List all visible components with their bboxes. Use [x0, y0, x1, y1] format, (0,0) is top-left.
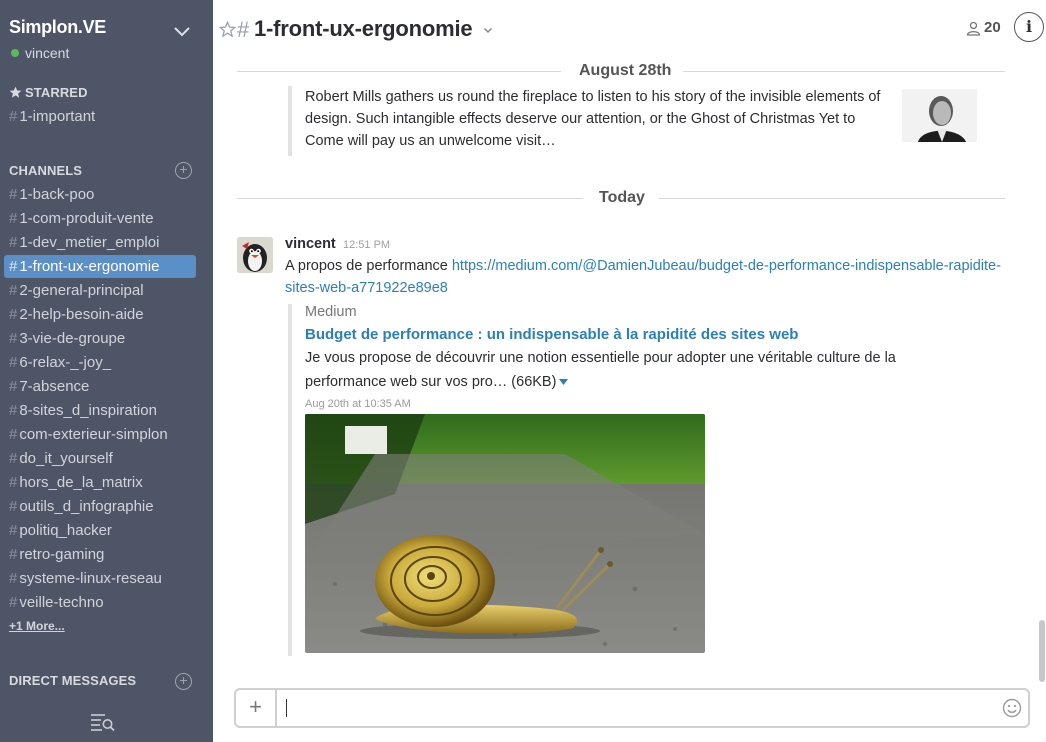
sidebar-item-retro-gaming[interactable]: # retro-gaming [4, 543, 196, 566]
sidebar-item-2-help-besoin-aide[interactable]: #2-help-besoin-aide [4, 303, 196, 326]
sidebar-item-2-general-principal[interactable]: #2-general-principal [4, 279, 196, 302]
sidebar-item-veille-techno[interactable]: # veille-techno [4, 591, 196, 614]
starred-section-title[interactable]: STARRED [9, 85, 88, 100]
presence-dot-icon [11, 49, 19, 57]
sidebar: Simplon.VE vincent STARRED #1-important … [0, 0, 213, 742]
channel-header: # 1-front-ux-ergonomie 20 i [213, 0, 1046, 58]
attachment-text: Robert Mills gathers us round the firepl… [305, 89, 881, 149]
day-divider-label: Today [585, 189, 659, 207]
sidebar-item-1-front-ux-ergonomie[interactable]: #1-front-ux-ergonomie [4, 255, 196, 278]
sidebar-item-1-com-produit-vente[interactable]: #1-com-produit-vente [4, 207, 196, 230]
info-icon: i [1025, 17, 1033, 36]
channel-title[interactable]: 1-front-ux-ergonomie [254, 16, 473, 42]
message-author[interactable]: vincent [285, 236, 336, 252]
attachment-quote: Robert Mills gathers us round the firepl… [288, 86, 988, 156]
sidebar-item-outils-d-infographie[interactable]: # outils_d_infographie [4, 495, 196, 518]
snail-photo-icon [305, 414, 705, 653]
attachment-image[interactable] [305, 414, 705, 653]
message-input[interactable] [284, 695, 994, 721]
team-menu-button[interactable]: Simplon.VE vincent [0, 0, 213, 70]
current-user: vincent [11, 45, 69, 61]
sidebar-item-8-sites-d-inspiration[interactable]: #8-sites_d_inspiration [4, 399, 196, 422]
person-photo-icon [902, 89, 977, 142]
add-direct-message-button[interactable]: + [175, 673, 192, 690]
text-cursor [286, 699, 287, 717]
day-divider-label: August 28th [565, 62, 686, 80]
channel-hash-icon: # [237, 17, 250, 42]
quick-switcher-icon[interactable] [90, 712, 116, 732]
current-user-name: vincent [25, 45, 70, 61]
message-composer: + [234, 688, 1030, 728]
star-icon [9, 86, 22, 98]
main-panel: # 1-front-ux-ergonomie 20 i August 28th … [213, 0, 1046, 742]
channel-info-button[interactable]: i [1014, 12, 1044, 42]
message-text: A propos de performance [285, 258, 452, 274]
sidebar-item-systeme-linux-reseau[interactable]: # systeme-linux-reseau [4, 567, 196, 590]
sidebar-item-hors-de-la-matrix[interactable]: # hors_de_la_matrix [4, 471, 196, 494]
chevron-down-icon[interactable] [483, 27, 493, 34]
more-channels-link[interactable]: +1 More... [9, 619, 65, 633]
message-scrollbar[interactable] [1039, 620, 1045, 682]
chevron-down-icon [174, 27, 190, 37]
star-outline-icon[interactable] [219, 21, 236, 38]
sidebar-item-1-dev-metier-emploi[interactable]: #1-dev_metier_emploi [4, 231, 196, 254]
attachment-thumbnail[interactable] [902, 89, 977, 142]
sidebar-item-7-absence[interactable]: #7-absence [4, 375, 196, 398]
direct-messages-section-title[interactable]: DIRECT MESSAGES [9, 673, 136, 688]
emoji-icon[interactable] [1002, 698, 1022, 718]
sidebar-item-politiq-hacker[interactable]: # politiq_hacker [4, 519, 196, 542]
channels-section-title[interactable]: CHANNELS [9, 163, 82, 178]
caret-down-icon[interactable] [559, 379, 569, 386]
attachment-description: Je vous propose de découvrir une notion … [305, 350, 896, 390]
sidebar-item-3-vie-de-groupe[interactable]: #3-vie-de-groupe [4, 327, 196, 350]
team-name: Simplon.VE [9, 17, 107, 37]
members-icon[interactable] [966, 21, 981, 36]
attachment-service-name: Medium [305, 304, 357, 320]
attachment-date: Aug 20th at 10:35 AM [305, 398, 411, 410]
sidebar-item-com-exterieur-simplon[interactable]: # com-exterieur-simplon [4, 423, 196, 446]
add-channel-button[interactable]: + [175, 162, 192, 179]
sidebar-item-6-relax-joy[interactable]: #6-relax-_-joy_ [4, 351, 196, 374]
message-timestamp[interactable]: 12:51 PM [343, 239, 390, 251]
sidebar-item-1-back-poo[interactable]: #1-back-poo [4, 183, 196, 206]
message-body: A propos de performance https://medium.c… [285, 255, 1005, 299]
avatar[interactable] [237, 237, 273, 273]
attachment-title-link[interactable]: Budget de performance : un indispensable… [305, 326, 798, 343]
day-divider: August 28th [237, 62, 1005, 82]
file-upload-button[interactable]: + [236, 690, 277, 726]
penguin-avatar-icon [237, 237, 273, 273]
sidebar-item-1-important[interactable]: #1-important [4, 105, 196, 128]
sidebar-item-do-it-yourself[interactable]: # do_it_yourself [4, 447, 196, 470]
link-preview-attachment: Medium Budget de performance : un indisp… [288, 304, 1008, 656]
day-divider: Today [237, 189, 1005, 209]
member-count[interactable]: 20 [984, 19, 1001, 36]
